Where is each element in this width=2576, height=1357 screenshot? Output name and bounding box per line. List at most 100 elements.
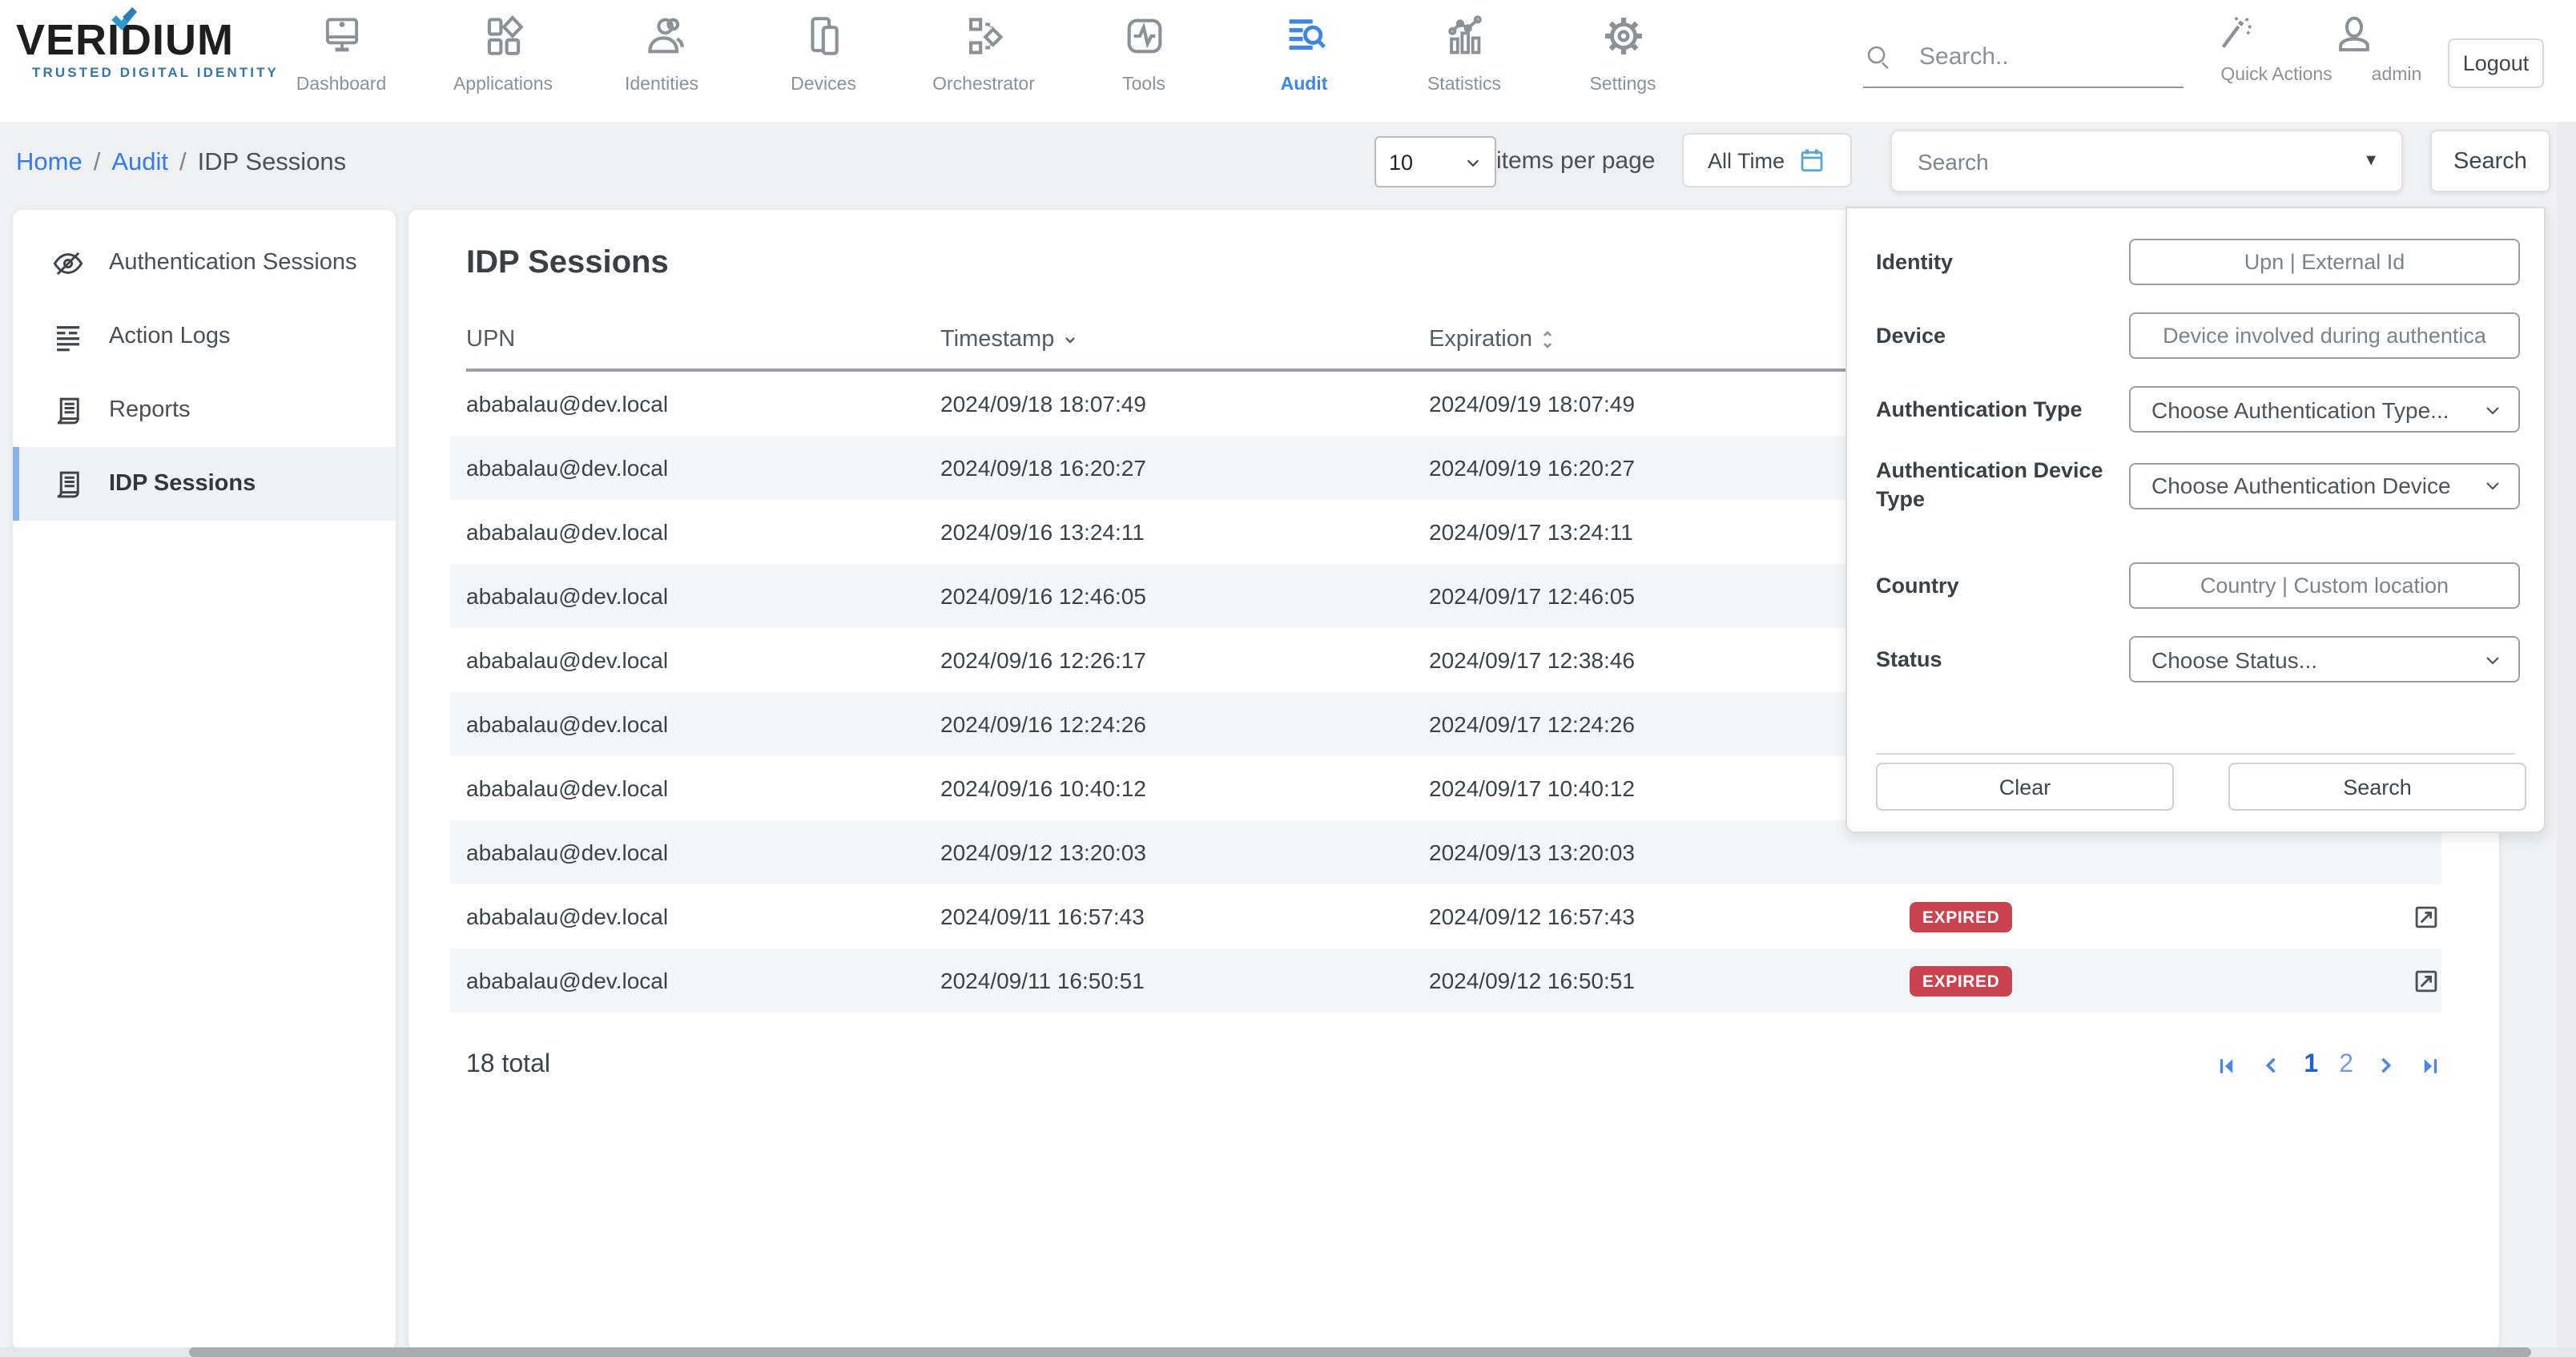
quick-actions-button[interactable]: Quick Actions <box>2212 13 2341 85</box>
brand-wordmark: VERIDIUM <box>16 16 288 64</box>
combobox-caret-icon[interactable]: ▼ <box>2363 152 2379 170</box>
nav-item-statistics[interactable]: Statistics <box>1391 13 1538 95</box>
sidebar-item-label: Reports <box>109 397 191 423</box>
devices-icon <box>800 13 847 59</box>
cell-expiration: 2024/09/19 18:07:49 <box>1429 391 1910 417</box>
column-header-timestamp[interactable]: Timestamp <box>940 327 1429 352</box>
cell-upn: ababalau@dev.local <box>466 583 940 609</box>
logo-check-icon <box>111 6 138 30</box>
chevron-left-icon <box>2260 1054 2283 1077</box>
nav-item-dashboard[interactable]: Dashboard <box>268 13 415 95</box>
table-row[interactable]: ababalau@dev.local 2024/09/11 16:57:43 2… <box>450 884 2441 948</box>
breadcrumb-audit-link[interactable]: Audit <box>111 149 168 176</box>
horizontal-scrollbar-track[interactable] <box>0 1347 2576 1357</box>
column-header-expiration[interactable]: Expiration <box>1429 327 1910 352</box>
nav-item-settings[interactable]: Settings <box>1549 13 1697 95</box>
country-filter-input[interactable] <box>2129 562 2520 609</box>
pagination: 1 2 <box>2216 1051 2441 1080</box>
sidebar-item-idp-sessions[interactable]: IDP Sessions <box>13 447 396 521</box>
cell-expiration: 2024/09/12 16:57:43 <box>1429 904 1910 929</box>
logout-button[interactable]: Logout <box>2448 38 2544 88</box>
filter-row-status: Status Choose Status... <box>1876 636 2520 683</box>
first-page-icon <box>2216 1053 2240 1077</box>
sidebar-item-reports[interactable]: Reports <box>13 373 396 447</box>
select-value: Choose Authentication Type... <box>2151 397 2449 422</box>
nav-label: Devices <box>750 75 897 95</box>
cell-timestamp: 2024/09/18 18:07:49 <box>940 391 1429 417</box>
cell-timestamp: 2024/09/11 16:57:43 <box>940 904 1429 929</box>
cell-expiration: 2024/09/13 13:20:03 <box>1429 840 1910 865</box>
report-scroll-icon <box>51 467 85 501</box>
column-label: Timestamp <box>940 327 1054 352</box>
global-search-input[interactable] <box>1916 42 2147 72</box>
filter-row-device: Device <box>1876 312 2520 359</box>
open-session-button[interactable] <box>2377 901 2441 932</box>
time-filter-button[interactable]: All Time <box>1682 133 1852 187</box>
breadcrumb-toolbar-row: Home/Audit/IDP Sessions 10 items per pag… <box>0 122 2576 210</box>
table-row[interactable]: ababalau@dev.local 2024/09/11 16:50:51 2… <box>450 948 2441 1013</box>
nav-item-applications[interactable]: Applications <box>429 13 577 95</box>
breadcrumb-home-link[interactable]: Home <box>16 149 83 176</box>
filter-row-authentication-type: Authentication Type Choose Authenticatio… <box>1876 386 2520 433</box>
open-session-button[interactable] <box>2377 965 2441 996</box>
chevron-down-icon <box>2483 476 2502 495</box>
audit-sidebar: Authentication Sessions Action Logs Repo… <box>13 210 396 1351</box>
first-page-button[interactable] <box>2216 1053 2240 1077</box>
authentication-device-type-select[interactable]: Choose Authentication Device <box>2129 462 2520 509</box>
filter-label: Device <box>1876 321 2129 350</box>
veridium-logo[interactable]: VERIDIUM TRUSTED DIGITAL IDENTITY <box>16 16 288 80</box>
nav-item-audit[interactable]: Audit <box>1230 13 1378 95</box>
nav-item-identities[interactable]: Identities <box>588 13 735 95</box>
next-page-button[interactable] <box>2374 1054 2397 1077</box>
sidebar-item-action-logs[interactable]: Action Logs <box>13 300 396 373</box>
apply-filters-button[interactable]: Search <box>2228 763 2526 811</box>
clear-filters-button[interactable]: Clear <box>1876 763 2174 811</box>
flowchart-icon <box>960 13 1007 59</box>
external-link-icon <box>2411 965 2441 996</box>
nav-label: Statistics <box>1391 75 1538 95</box>
items-per-page-label: items per page <box>1496 147 1655 175</box>
cell-expiration: 2024/09/19 16:20:27 <box>1429 455 1910 481</box>
nav-item-devices[interactable]: Devices <box>750 13 897 95</box>
vertical-scrollbar[interactable] <box>2557 122 2576 1357</box>
user-menu[interactable]: admin <box>2332 13 2461 85</box>
screen: VERIDIUM TRUSTED DIGITAL IDENTITY Dashbo… <box>0 0 2576 1357</box>
sidebar-item-label: IDP Sessions <box>109 471 256 497</box>
last-page-button[interactable] <box>2417 1053 2441 1077</box>
page-size-select[interactable]: 10 <box>1375 136 1496 187</box>
page-number-2[interactable]: 2 <box>2339 1051 2353 1080</box>
user-icon <box>2332 13 2461 56</box>
table-search-button[interactable]: Search <box>2430 130 2550 192</box>
identity-filter-input[interactable] <box>2129 239 2520 285</box>
status-select[interactable]: Choose Status... <box>2129 636 2520 683</box>
nav-item-orchestrator[interactable]: Orchestrator <box>910 13 1057 95</box>
external-link-icon <box>2411 901 2441 932</box>
horizontal-scrollbar-thumb[interactable] <box>189 1347 2531 1357</box>
breadcrumb-current: IDP Sessions <box>198 149 347 176</box>
monitor-icon <box>318 13 364 59</box>
cell-upn: ababalau@dev.local <box>466 711 940 737</box>
top-header: VERIDIUM TRUSTED DIGITAL IDENTITY Dashbo… <box>0 0 2576 122</box>
sidebar-item-authentication-sessions[interactable]: Authentication Sessions <box>13 226 396 300</box>
chevron-right-icon <box>2374 1054 2397 1077</box>
eye-off-icon <box>51 246 85 280</box>
cell-timestamp: 2024/09/16 12:26:17 <box>940 647 1429 673</box>
table-search-input[interactable] <box>1892 148 2363 174</box>
column-header-upn[interactable]: UPN <box>466 327 940 352</box>
filter-label: Country <box>1876 571 2129 600</box>
select-value: Choose Status... <box>2151 646 2317 672</box>
page-size-value: 10 <box>1389 150 1413 174</box>
filter-row-authentication-device-type: Authentication Device Type Choose Authen… <box>1876 457 2520 514</box>
status-badge: EXPIRED <box>1910 965 2012 996</box>
breadcrumb: Home/Audit/IDP Sessions <box>16 149 346 178</box>
filter-row-identity: Identity <box>1876 239 2520 285</box>
quick-actions-label: Quick Actions <box>2212 66 2341 85</box>
page-number-1[interactable]: 1 <box>2304 1051 2318 1080</box>
cell-timestamp: 2024/09/18 16:20:27 <box>940 455 1429 481</box>
authentication-type-select[interactable]: Choose Authentication Type... <box>2129 386 2520 433</box>
prev-page-button[interactable] <box>2260 1054 2283 1077</box>
global-search <box>1863 42 2184 88</box>
device-filter-input[interactable] <box>2129 312 2520 359</box>
nav-item-tools[interactable]: Tools <box>1070 13 1218 95</box>
cell-expiration: 2024/09/17 12:24:26 <box>1429 711 1910 737</box>
